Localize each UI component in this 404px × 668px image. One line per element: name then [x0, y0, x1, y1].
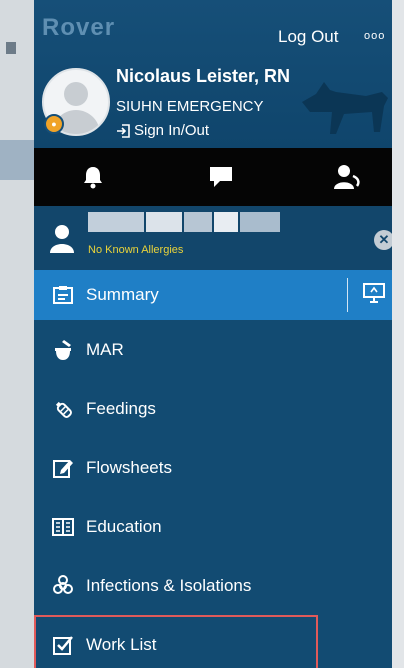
biohazard-icon — [50, 573, 76, 599]
allergy-status: No Known Allergies — [88, 244, 184, 256]
redacted-name-block — [88, 212, 144, 232]
background-app-strip — [0, 0, 35, 668]
menu-item-label: Flowsheets — [86, 457, 172, 477]
menu-item-infections-isolations[interactable]: Infections & Isolations — [34, 556, 392, 615]
menu-item-label: MAR — [86, 339, 124, 359]
sign-in-label: Sign In/Out — [134, 122, 210, 139]
dog-silhouette-icon — [302, 82, 388, 134]
app-logo: Rover — [42, 14, 116, 41]
redacted-name-block — [184, 212, 212, 232]
menu-handle-icon — [6, 42, 16, 54]
book-icon — [50, 514, 76, 540]
status-badge: ● — [44, 114, 64, 134]
redacted-name-block — [146, 212, 182, 232]
menu-item-label: Infections & Isolations — [86, 575, 252, 595]
patient-banner[interactable]: No Known Allergies ✕ — [34, 206, 392, 270]
sign-in-out-button[interactable]: Sign In/Out — [116, 122, 209, 139]
close-icon[interactable]: ✕ — [374, 230, 392, 250]
sign-in-icon — [117, 123, 130, 138]
clipboard-icon — [50, 282, 76, 308]
menu-item-feedings[interactable]: Feedings — [34, 379, 392, 438]
menu-item-label: Work List — [86, 634, 157, 654]
user-headset-icon[interactable] — [332, 162, 362, 192]
more-options-button[interactable]: ooo — [364, 30, 385, 42]
navigation-drawer: Rover Log Out ooo ● Nicolaus Leister, RN… — [34, 0, 392, 668]
menu-item-work-list[interactable]: Work List — [34, 615, 318, 668]
mortar-pestle-icon — [50, 337, 76, 363]
redacted-name-block — [214, 212, 238, 232]
chat-bubble-icon[interactable] — [206, 162, 236, 192]
menu-item-label: Summary — [86, 285, 159, 304]
patient-icon — [50, 225, 74, 253]
bell-icon[interactable] — [78, 162, 108, 192]
user-name: Nicolaus Leister, RN — [116, 66, 291, 86]
redacted-name-block — [240, 212, 280, 232]
logout-button[interactable]: Log Out — [278, 27, 339, 47]
background-app-bar — [0, 140, 34, 180]
menu-item-summary[interactable]: Summary — [34, 270, 392, 320]
drawer-menu: Summary MAR Feedings Flowsheets Educatio… — [34, 270, 392, 668]
menu-item-education[interactable]: Education — [34, 497, 392, 556]
user-department: SIUHN EMERGENCY — [116, 98, 264, 115]
menu-item-mar[interactable]: MAR — [34, 320, 392, 379]
checkbox-icon — [50, 632, 76, 658]
divider — [347, 278, 348, 312]
drawer-header: Rover Log Out ooo ● Nicolaus Leister, RN… — [34, 0, 392, 148]
action-toolbar — [34, 148, 392, 206]
window-edge — [392, 0, 404, 668]
edit-sheet-icon — [50, 455, 76, 481]
menu-item-label: Feedings — [86, 398, 156, 418]
monitor-icon[interactable] — [362, 282, 386, 309]
menu-item-label: Education — [86, 516, 162, 536]
bottle-icon — [50, 396, 76, 422]
menu-item-flowsheets[interactable]: Flowsheets — [34, 438, 392, 497]
